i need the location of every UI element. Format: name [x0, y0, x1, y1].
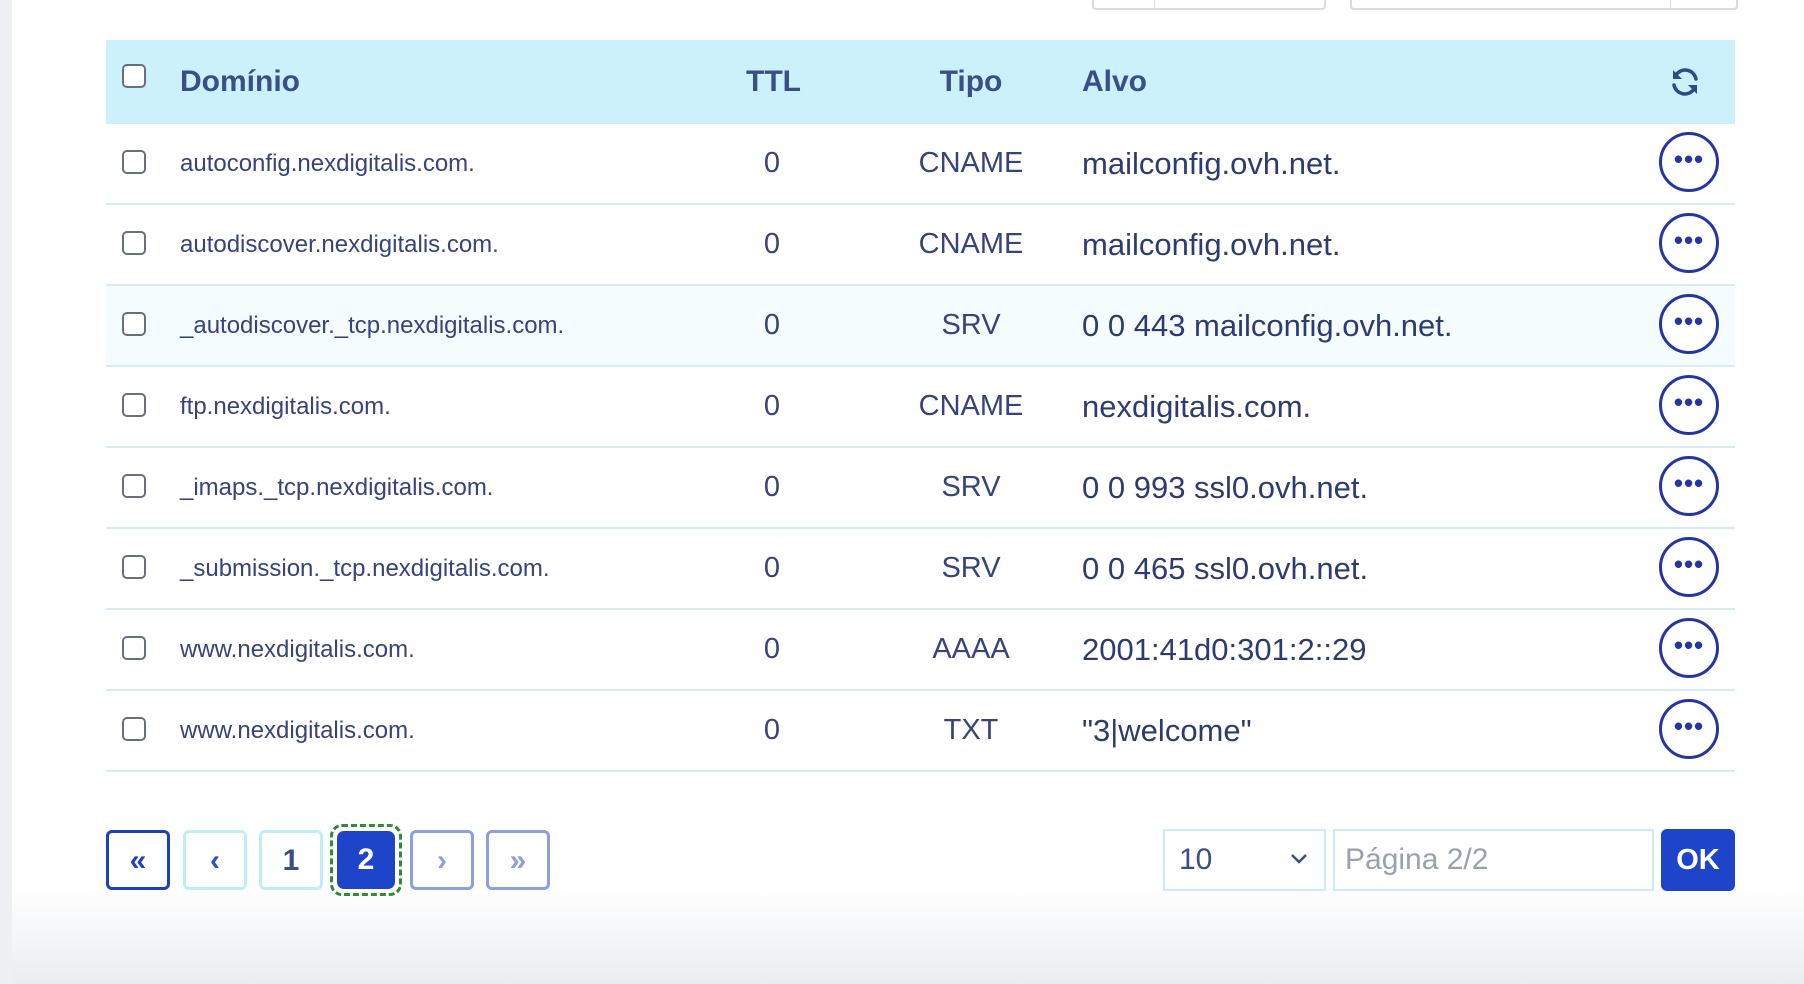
row-type: AAAA	[932, 633, 1010, 665]
row-checkbox[interactable]	[122, 636, 146, 660]
go-to-page-button[interactable]: OK	[1661, 829, 1735, 891]
left-border	[0, 0, 12, 984]
first-page-button[interactable]: «	[106, 830, 170, 890]
dns-records-table: Domínio TTL Tipo Alvo autoconfig.nexdigi…	[106, 40, 1735, 772]
row-type: CNAME	[918, 390, 1024, 422]
chevron-down-icon	[1291, 854, 1307, 864]
row-type: SRV	[941, 552, 1001, 584]
row-ttl: 0	[763, 714, 781, 746]
row-actions-button[interactable]: •••	[1659, 456, 1719, 516]
row-type: CNAME	[918, 147, 1024, 179]
row-actions-button[interactable]: •••	[1659, 537, 1719, 597]
row-checkbox[interactable]	[122, 474, 146, 498]
row-target: 0 0 465 ssl0.ovh.net.	[1082, 551, 1369, 586]
table-row: _submission._tcp.nexdigitalis.com. 0 SRV…	[106, 529, 1735, 610]
next-page-button[interactable]: ›	[410, 830, 474, 890]
row-actions-button[interactable]: •••	[1659, 132, 1719, 192]
previous-page-button[interactable]: ‹	[183, 830, 247, 890]
row-ttl: 0	[763, 552, 781, 584]
page-size-select[interactable]: 10	[1163, 829, 1326, 891]
table-row: _autodiscover._tcp.nexdigitalis.com. 0 S…	[106, 286, 1735, 367]
row-domain: _imaps._tcp.nexdigitalis.com.	[180, 474, 494, 501]
row-ttl: 0	[763, 633, 781, 665]
last-page-button[interactable]: »	[486, 830, 550, 890]
row-domain: _autodiscover._tcp.nexdigitalis.com.	[180, 312, 565, 339]
row-domain: autoconfig.nexdigitalis.com.	[180, 150, 475, 177]
row-checkbox[interactable]	[122, 150, 146, 174]
row-domain: _submission._tcp.nexdigitalis.com.	[180, 555, 550, 582]
row-actions-button[interactable]: •••	[1659, 213, 1719, 273]
row-ttl: 0	[763, 228, 781, 260]
row-actions-button[interactable]: •••	[1659, 618, 1719, 678]
table-row: ftp.nexdigitalis.com. 0 CNAME nexdigital…	[106, 367, 1735, 448]
table-row: autoconfig.nexdigitalis.com. 0 CNAME mai…	[106, 124, 1735, 205]
row-domain: www.nexdigitalis.com.	[180, 636, 415, 663]
row-target: "3|welcome"	[1082, 713, 1252, 748]
top-control-fragment-left[interactable]	[1092, 0, 1326, 10]
header-domain[interactable]: Domínio	[180, 40, 300, 124]
header-ttl[interactable]: TTL	[746, 40, 801, 124]
page-1-button[interactable]: 1	[259, 830, 323, 890]
row-ttl: 0	[763, 309, 781, 341]
row-actions-button[interactable]: •••	[1659, 699, 1719, 759]
header-target[interactable]: Alvo	[1082, 40, 1147, 124]
row-domain: ftp.nexdigitalis.com.	[180, 393, 391, 420]
row-ttl: 0	[763, 147, 781, 179]
row-checkbox[interactable]	[122, 717, 146, 741]
row-actions-button[interactable]: •••	[1659, 294, 1719, 354]
footer-background	[12, 885, 1804, 984]
row-type: CNAME	[918, 228, 1024, 260]
row-target: mailconfig.ovh.net.	[1082, 227, 1341, 262]
table-row: www.nexdigitalis.com. 0 TXT "3|welcome" …	[106, 691, 1735, 772]
row-target: 2001:41d0:301:2::29	[1082, 632, 1367, 667]
row-checkbox[interactable]	[122, 555, 146, 579]
table-row: autodiscover.nexdigitalis.com. 0 CNAME m…	[106, 205, 1735, 286]
page-size-value: 10	[1179, 843, 1213, 876]
current-page-label: 2	[337, 831, 395, 889]
row-target: nexdigitalis.com.	[1082, 389, 1312, 424]
row-target: 0 0 443 mailconfig.ovh.net.	[1082, 308, 1453, 343]
row-domain: autodiscover.nexdigitalis.com.	[180, 231, 499, 258]
row-target: 0 0 993 ssl0.ovh.net.	[1082, 470, 1369, 505]
refresh-icon[interactable]	[1669, 66, 1701, 98]
select-all-checkbox[interactable]	[122, 64, 146, 88]
row-ttl: 0	[763, 471, 781, 503]
row-type: TXT	[943, 714, 999, 746]
page-number-input[interactable]: Página 2/2	[1333, 829, 1654, 891]
row-target: mailconfig.ovh.net.	[1082, 146, 1341, 181]
row-domain: www.nexdigitalis.com.	[180, 717, 415, 744]
row-checkbox[interactable]	[122, 393, 146, 417]
row-actions-button[interactable]: •••	[1659, 375, 1719, 435]
table-row: _imaps._tcp.nexdigitalis.com. 0 SRV 0 0 …	[106, 448, 1735, 529]
row-ttl: 0	[763, 390, 781, 422]
row-checkbox[interactable]	[122, 231, 146, 255]
row-type: SRV	[941, 309, 1001, 341]
top-control-fragment-right[interactable]	[1350, 0, 1738, 10]
table-header: Domínio TTL Tipo Alvo	[106, 40, 1735, 124]
row-checkbox[interactable]	[122, 312, 146, 336]
row-type: SRV	[941, 471, 1001, 503]
page-2-button-current[interactable]: 2	[330, 824, 402, 896]
header-type[interactable]: Tipo	[901, 40, 1041, 124]
table-row: www.nexdigitalis.com. 0 AAAA 2001:41d0:3…	[106, 610, 1735, 691]
